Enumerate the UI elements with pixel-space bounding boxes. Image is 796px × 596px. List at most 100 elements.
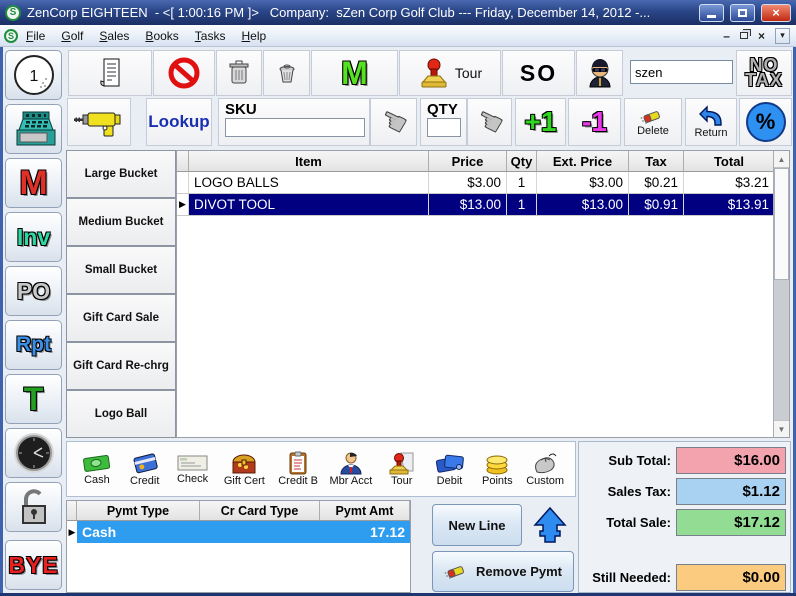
sidebar-inventory-button[interactable]: Inv bbox=[5, 212, 62, 262]
gift-card-sale-button[interactable]: Gift Card Sale bbox=[66, 294, 176, 342]
subtotal-row: Sub Total: $16.00 bbox=[579, 447, 790, 475]
scrollbar-thumb[interactable] bbox=[774, 168, 789, 280]
minimize-button[interactable] bbox=[699, 4, 724, 22]
mdi-restore-button[interactable] bbox=[740, 32, 748, 39]
sku-input[interactable] bbox=[225, 118, 365, 137]
row-indicator-cell: ▶ bbox=[67, 521, 77, 543]
payment-method-label: Points bbox=[482, 475, 513, 487]
move-up-button[interactable] bbox=[527, 503, 573, 549]
receipt-icon bbox=[98, 57, 122, 89]
svg-text:1: 1 bbox=[29, 68, 38, 85]
sidebar-clock-button[interactable] bbox=[5, 428, 62, 478]
payment-method-debit[interactable]: Debit bbox=[426, 452, 474, 487]
payment-method-label: Check bbox=[177, 473, 208, 485]
app-icon-small: S bbox=[4, 29, 18, 43]
m-green-button[interactable]: M bbox=[311, 50, 398, 96]
no-symbol-icon bbox=[166, 55, 202, 91]
drill-button[interactable] bbox=[67, 98, 131, 146]
minus-one-button[interactable]: -1 bbox=[568, 98, 621, 146]
cash-icon bbox=[82, 453, 112, 474]
sidebar-m-button[interactable]: M bbox=[5, 158, 62, 208]
item-name-cell: DIVOT TOOL bbox=[189, 194, 429, 215]
sidebar-po-button[interactable]: PO bbox=[5, 266, 62, 316]
item-price-cell: $13.00 bbox=[429, 194, 507, 215]
items-scrollbar[interactable]: ▲ ▼ bbox=[773, 151, 789, 437]
spy-button[interactable] bbox=[576, 50, 623, 96]
close-button[interactable]: × bbox=[761, 4, 791, 22]
plus-one-button[interactable]: +1 bbox=[515, 98, 566, 146]
menu-item-books[interactable]: Books bbox=[137, 27, 186, 45]
item-ext-cell: $13.00 bbox=[537, 194, 629, 215]
sidebar-reports-button[interactable]: Rpt bbox=[5, 320, 62, 370]
item-qty-cell: 1 bbox=[507, 194, 537, 215]
bucket-small-button[interactable]: Small Bucket bbox=[66, 246, 176, 294]
mdi-close-button[interactable]: × bbox=[758, 29, 765, 43]
payment-method-mbr-acct[interactable]: Mbr Acct bbox=[324, 451, 378, 487]
payment-method-label: Mbr Acct bbox=[330, 475, 373, 487]
return-label: Return bbox=[694, 127, 727, 139]
payment-method-check[interactable]: Check bbox=[169, 454, 217, 485]
sidebar-lock-button[interactable] bbox=[5, 482, 62, 532]
bucket-large-button[interactable]: Large Bucket bbox=[66, 150, 176, 198]
sidebar-register-button[interactable] bbox=[5, 104, 62, 154]
qty-enter-button[interactable]: ☚ bbox=[467, 98, 512, 146]
payment-method-cash[interactable]: Cash bbox=[73, 453, 121, 486]
mdi-minimize-button[interactable]: – bbox=[723, 29, 730, 43]
menu-item-tasks[interactable]: Tasks bbox=[187, 27, 234, 45]
menu-item-sales[interactable]: Sales bbox=[91, 27, 137, 45]
scroll-up-icon[interactable]: ▲ bbox=[774, 151, 789, 168]
menu-dropdown-button[interactable]: ▾ bbox=[775, 28, 790, 44]
receipt-button[interactable] bbox=[68, 50, 152, 96]
trash-round-button[interactable] bbox=[263, 50, 310, 96]
menu-item-help[interactable]: Help bbox=[233, 27, 274, 45]
qty-label: QTY bbox=[427, 101, 458, 118]
items-header-indicator bbox=[177, 151, 189, 171]
menu-item-golf[interactable]: Golf bbox=[53, 27, 91, 45]
logo-ball-button[interactable]: Logo Ball bbox=[66, 390, 176, 438]
stamp-paper-icon bbox=[389, 451, 415, 475]
payment-methods-panel: Cash Credit Check Gift Cert Credit B Mbr… bbox=[66, 441, 576, 497]
payment-row-selected[interactable]: ▶ Cash 17.12 bbox=[67, 521, 410, 543]
new-line-button[interactable]: New Line bbox=[432, 504, 522, 546]
void-button[interactable] bbox=[153, 50, 215, 96]
payment-method-custom[interactable]: Custom bbox=[521, 452, 569, 487]
spy-icon bbox=[585, 58, 615, 88]
trash-button[interactable] bbox=[216, 50, 262, 96]
sidebar-exit-button[interactable]: BYE bbox=[5, 540, 62, 590]
return-button[interactable]: Return bbox=[685, 98, 737, 146]
payment-method-label: Credit B bbox=[278, 475, 318, 487]
sidebar-t-button[interactable]: T bbox=[5, 374, 62, 424]
payment-method-credit-b[interactable]: Credit B bbox=[272, 451, 324, 487]
lookup-button[interactable]: Lookup bbox=[146, 98, 212, 146]
check-icon bbox=[177, 454, 209, 473]
qty-input[interactable] bbox=[427, 118, 461, 137]
search-input[interactable] bbox=[630, 60, 733, 84]
delete-line-button[interactable]: Delete bbox=[624, 98, 682, 146]
bye-icon: BYE bbox=[8, 552, 58, 579]
payment-method-label: Tour bbox=[391, 475, 412, 487]
lookup-label: Lookup bbox=[148, 112, 209, 132]
payment-method-tour[interactable]: Tour bbox=[378, 451, 426, 487]
qty-panel: QTY bbox=[420, 98, 467, 146]
scroll-down-icon[interactable]: ▼ bbox=[774, 420, 789, 437]
maximize-button[interactable] bbox=[730, 4, 755, 22]
payment-method-label: Cash bbox=[84, 474, 110, 486]
discount-percent-button[interactable]: % bbox=[739, 98, 792, 146]
bucket-medium-button[interactable]: Medium Bucket bbox=[66, 198, 176, 246]
payment-method-credit[interactable]: Credit bbox=[121, 452, 169, 487]
so-button[interactable]: SO bbox=[502, 50, 575, 96]
no-tax-icon: NOTAX bbox=[745, 58, 783, 88]
payment-method-gift-cert[interactable]: Gift Cert bbox=[216, 452, 272, 487]
sidebar-hole1-button[interactable]: 1 bbox=[5, 50, 62, 100]
gift-card-recharge-button[interactable]: Gift Card Re-chrg bbox=[66, 342, 176, 390]
payment-method-points[interactable]: Points bbox=[473, 452, 521, 487]
still-needed-row: Still Needed: $0.00 bbox=[579, 564, 790, 592]
sku-enter-button[interactable]: ☚ bbox=[370, 98, 417, 146]
menu-item-file[interactable]: File bbox=[18, 27, 53, 45]
no-tax-button[interactable]: NOTAX bbox=[736, 50, 792, 96]
item-row-selected[interactable]: ▶ DIVOT TOOL $13.00 1 $13.00 $0.91 $13.9… bbox=[177, 194, 789, 216]
item-row[interactable]: LOGO BALLS $3.00 1 $3.00 $0.21 $3.21 bbox=[177, 172, 789, 194]
tour-stamp-button[interactable]: Tour bbox=[399, 50, 501, 96]
remove-payment-button[interactable]: Remove Pymt bbox=[432, 551, 574, 592]
items-header-ext: Ext. Price bbox=[537, 151, 629, 171]
